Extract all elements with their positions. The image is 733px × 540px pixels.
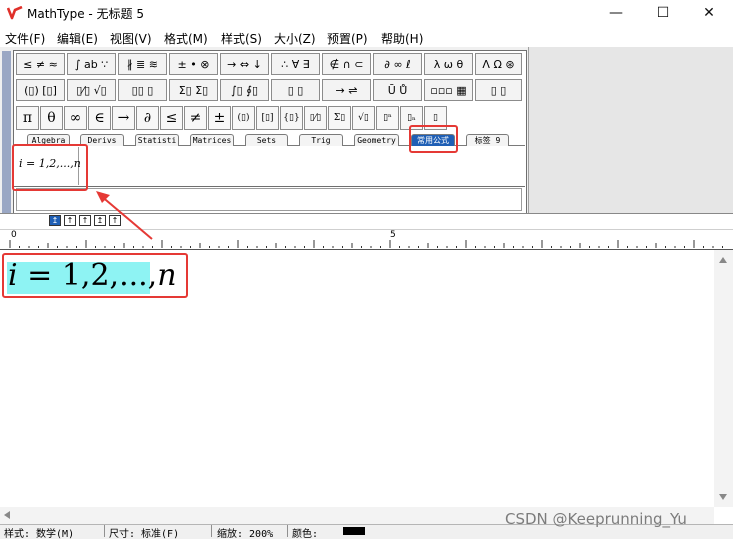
arrow-symbols-palette-button[interactable]: → ⇔ ↓ [220, 53, 269, 75]
annotation-box-active-tab [409, 125, 458, 153]
template-summation-button[interactable]: Σ▯ [328, 106, 351, 130]
template-braces-button[interactable]: {▯} [280, 106, 303, 130]
spaces-ellipses-palette-button[interactable]: ∫ ab ∵ [67, 53, 116, 75]
expression-bar-empty-area[interactable] [80, 147, 524, 185]
tab-9[interactable]: 标签 9 [466, 134, 509, 146]
tab-matrices[interactable]: Matrices [190, 134, 234, 146]
tab-trig[interactable]: Trig [299, 134, 343, 146]
nudge-button-1[interactable]: ↥ [49, 215, 61, 226]
greek-uppercase-palette-button[interactable]: Λ Ω ⊛ [475, 53, 522, 75]
fence-templates-palette-button[interactable]: (▯) [▯] [16, 79, 65, 101]
tab-sets[interactable]: Sets [245, 134, 288, 146]
annotation-box-saved-expression [12, 144, 88, 191]
symbol-infinity-button[interactable]: ∞ [64, 106, 87, 130]
maximize-button[interactable]: ☐ [640, 0, 686, 26]
menu-view[interactable]: 视图(V) [110, 30, 152, 47]
logical-symbols-palette-button[interactable]: ∴ ∀ ∃ [271, 53, 320, 75]
subscript-superscript-palette-button[interactable]: ▯▯ ▯ [118, 79, 167, 101]
menu-preferences[interactable]: 预置(P) [327, 30, 368, 47]
labeled-arrow-palette-button[interactable]: → ⇌ [322, 79, 371, 101]
box-templates-palette-button[interactable]: ▯ ▯ [475, 79, 522, 101]
annotation-arrow [96, 191, 153, 240]
symbol-not-equal-button[interactable]: ≠ [184, 106, 207, 130]
nudge-button-2[interactable]: ↑ [64, 215, 76, 226]
symbol-right-arrow-button[interactable]: → [112, 106, 135, 130]
integral-palette-button[interactable]: ∫▯ ∮▯ [220, 79, 269, 101]
set-theory-palette-button[interactable]: ∉ ∩ ⊂ [322, 53, 371, 75]
ruler-label-5: 5 [390, 230, 396, 240]
annotation-box-formula [2, 253, 188, 298]
template-brackets-button[interactable]: [▯] [256, 106, 279, 130]
window-title: MathType - 无标题 5 [27, 7, 144, 21]
ruler-label-0: 0 [11, 230, 17, 240]
symbol-plus-minus-button[interactable]: ± [208, 106, 231, 130]
template-radical-button[interactable]: √▯ [352, 106, 375, 130]
relational-symbols-palette-button[interactable]: ≤ ≠ ≈ [16, 53, 65, 75]
menu-file[interactable]: 文件(F) [5, 30, 45, 47]
template-superscript-button[interactable]: ▯ⁿ [376, 106, 399, 130]
symbol-element-of-button[interactable]: ∈ [88, 106, 111, 130]
scroll-down-arrow-icon[interactable] [719, 494, 727, 500]
scroll-left-arrow-icon[interactable] [4, 511, 10, 519]
template-fraction-button[interactable]: ▯⁄▯ [304, 106, 327, 130]
menu-format[interactable]: 格式(M) [164, 30, 208, 47]
toolbar-drag-handle[interactable] [2, 51, 11, 213]
status-separator [287, 525, 288, 537]
watermark-text: CSDN @Keeprunning_Yu [505, 510, 687, 528]
toolbar-empty-area [528, 47, 733, 213]
status-separator [211, 525, 212, 537]
summation-palette-button[interactable]: Σ▯ Σ▯ [169, 79, 218, 101]
tab-statistics[interactable]: Statisti [135, 134, 179, 146]
symbol-less-equal-button[interactable]: ≤ [160, 106, 183, 130]
operator-symbols-palette-button[interactable]: ± • ⊗ [169, 53, 218, 75]
template-parentheses-button[interactable]: (▯) [232, 106, 255, 130]
misc-symbols-palette-button[interactable]: ∂ ∞ ℓ [373, 53, 422, 75]
minimize-button[interactable]: — [593, 0, 639, 26]
products-set-theory-palette-button[interactable]: Ū Ů [373, 79, 422, 101]
close-button[interactable]: ✕ [686, 0, 732, 26]
fraction-radical-palette-button[interactable]: ▯⁄▯ √▯ [67, 79, 116, 101]
menu-help[interactable]: 帮助(H) [381, 30, 423, 47]
symbol-partial-button[interactable]: ∂ [136, 106, 159, 130]
underbar-overbar-palette-button[interactable]: ▯ ▯ [271, 79, 320, 101]
status-color-swatch [343, 527, 365, 535]
symbol-theta-button[interactable]: θ [40, 106, 63, 130]
menu-edit[interactable]: 编辑(E) [57, 30, 98, 47]
symbol-pi-button[interactable]: π [16, 106, 39, 130]
mathtype-logo-icon [7, 6, 23, 20]
scroll-up-arrow-icon[interactable] [719, 257, 727, 263]
matrix-palette-button[interactable]: ▫▫▫ ▦ [424, 79, 473, 101]
tab-geometry[interactable]: Geometry [354, 134, 399, 146]
greek-lowercase-palette-button[interactable]: λ ω θ [424, 53, 473, 75]
menu-size[interactable]: 大小(Z) [274, 30, 316, 47]
status-separator [104, 525, 105, 537]
embellishments-palette-button[interactable]: ∦ ≣ ≋ [118, 53, 167, 75]
menu-style[interactable]: 样式(S) [221, 30, 262, 47]
vertical-scrollbar[interactable] [714, 250, 733, 507]
